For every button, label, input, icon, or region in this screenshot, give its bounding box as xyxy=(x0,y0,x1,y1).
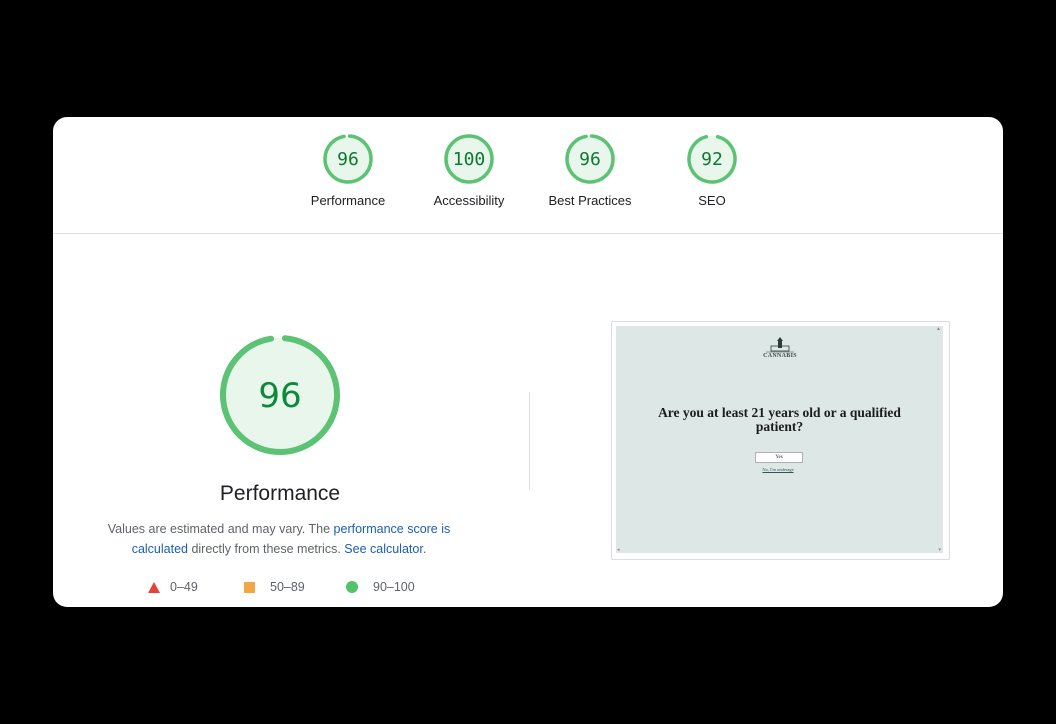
legend-pass: 90–100 xyxy=(346,580,415,594)
desc-text-2: directly from these metrics. xyxy=(187,542,345,556)
legend-average-label: 50–89 xyxy=(270,580,305,594)
gauge-performance[interactable]: 96 Performance xyxy=(288,133,408,233)
scroll-up-icon: ▲ xyxy=(936,326,941,332)
page-screenshot: ▲ CANNABIS Are you at least 21 years old… xyxy=(616,326,943,553)
scroll-left-icon: ◂ xyxy=(617,547,620,553)
yes-button[interactable]: Yes xyxy=(755,452,803,463)
legend-fail: 0–49 xyxy=(148,580,198,594)
page-screenshot-frame: ▲ CANNABIS Are you at least 21 years old… xyxy=(611,321,950,560)
gauge-performance-ring: 96 xyxy=(323,134,373,184)
desc-text-1: Values are estimated and may vary. The xyxy=(107,522,334,536)
desc-text-3: . xyxy=(422,542,427,556)
score-summary: 96 Performance 100 Accessibility 96 Best… xyxy=(53,117,1003,234)
performance-main-gauge: 96 xyxy=(218,333,342,457)
scroll-corner-icon: ▾ xyxy=(938,547,941,553)
performance-main-ring: 96 xyxy=(220,335,340,455)
gauge-accessibility-score: 100 xyxy=(453,149,486,170)
underage-link[interactable]: No, I'm underage xyxy=(756,467,800,472)
gauge-accessibility-ring: 100 xyxy=(444,134,494,184)
gauge-best-practices[interactable]: 96 Best Practices xyxy=(530,133,650,233)
performance-description: Values are estimated and may vary. The p… xyxy=(93,519,465,559)
see-calculator-link[interactable]: See calculator xyxy=(344,542,423,556)
score-legend: 0–49 50–89 90–100 xyxy=(148,580,428,598)
gauge-best-practices-score: 96 xyxy=(579,149,601,170)
gauge-best-practices-ring: 96 xyxy=(565,134,615,184)
logo-building-icon xyxy=(766,337,794,353)
gauge-performance-score: 96 xyxy=(337,149,359,170)
circle-icon xyxy=(346,581,358,593)
square-icon xyxy=(244,581,255,593)
gauge-accessibility[interactable]: 100 Accessibility xyxy=(409,133,529,233)
age-question: Are you at least 21 years old or a quali… xyxy=(658,405,901,434)
report-card: 96 Performance 100 Accessibility 96 Best… xyxy=(53,117,1003,607)
legend-average: 50–89 xyxy=(244,580,305,594)
section-divider xyxy=(529,392,530,490)
gauge-seo-ring: 92 xyxy=(687,134,737,184)
legend-fail-label: 0–49 xyxy=(170,580,198,594)
gauge-best-practices-label: Best Practices xyxy=(548,193,632,208)
gauge-seo-label: SEO xyxy=(698,193,726,208)
logo-text: CANNABIS xyxy=(763,353,797,359)
legend-pass-label: 90–100 xyxy=(373,580,415,594)
gauge-seo[interactable]: 92 SEO xyxy=(652,133,772,233)
gauge-seo-score: 92 xyxy=(701,149,723,170)
triangle-icon xyxy=(148,581,160,593)
performance-main-score: 96 xyxy=(258,376,301,416)
site-logo: CANNABIS xyxy=(760,336,800,364)
gauge-performance-label: Performance xyxy=(310,193,386,208)
gauge-accessibility-label: Accessibility xyxy=(433,193,505,208)
performance-title: Performance xyxy=(219,482,341,505)
